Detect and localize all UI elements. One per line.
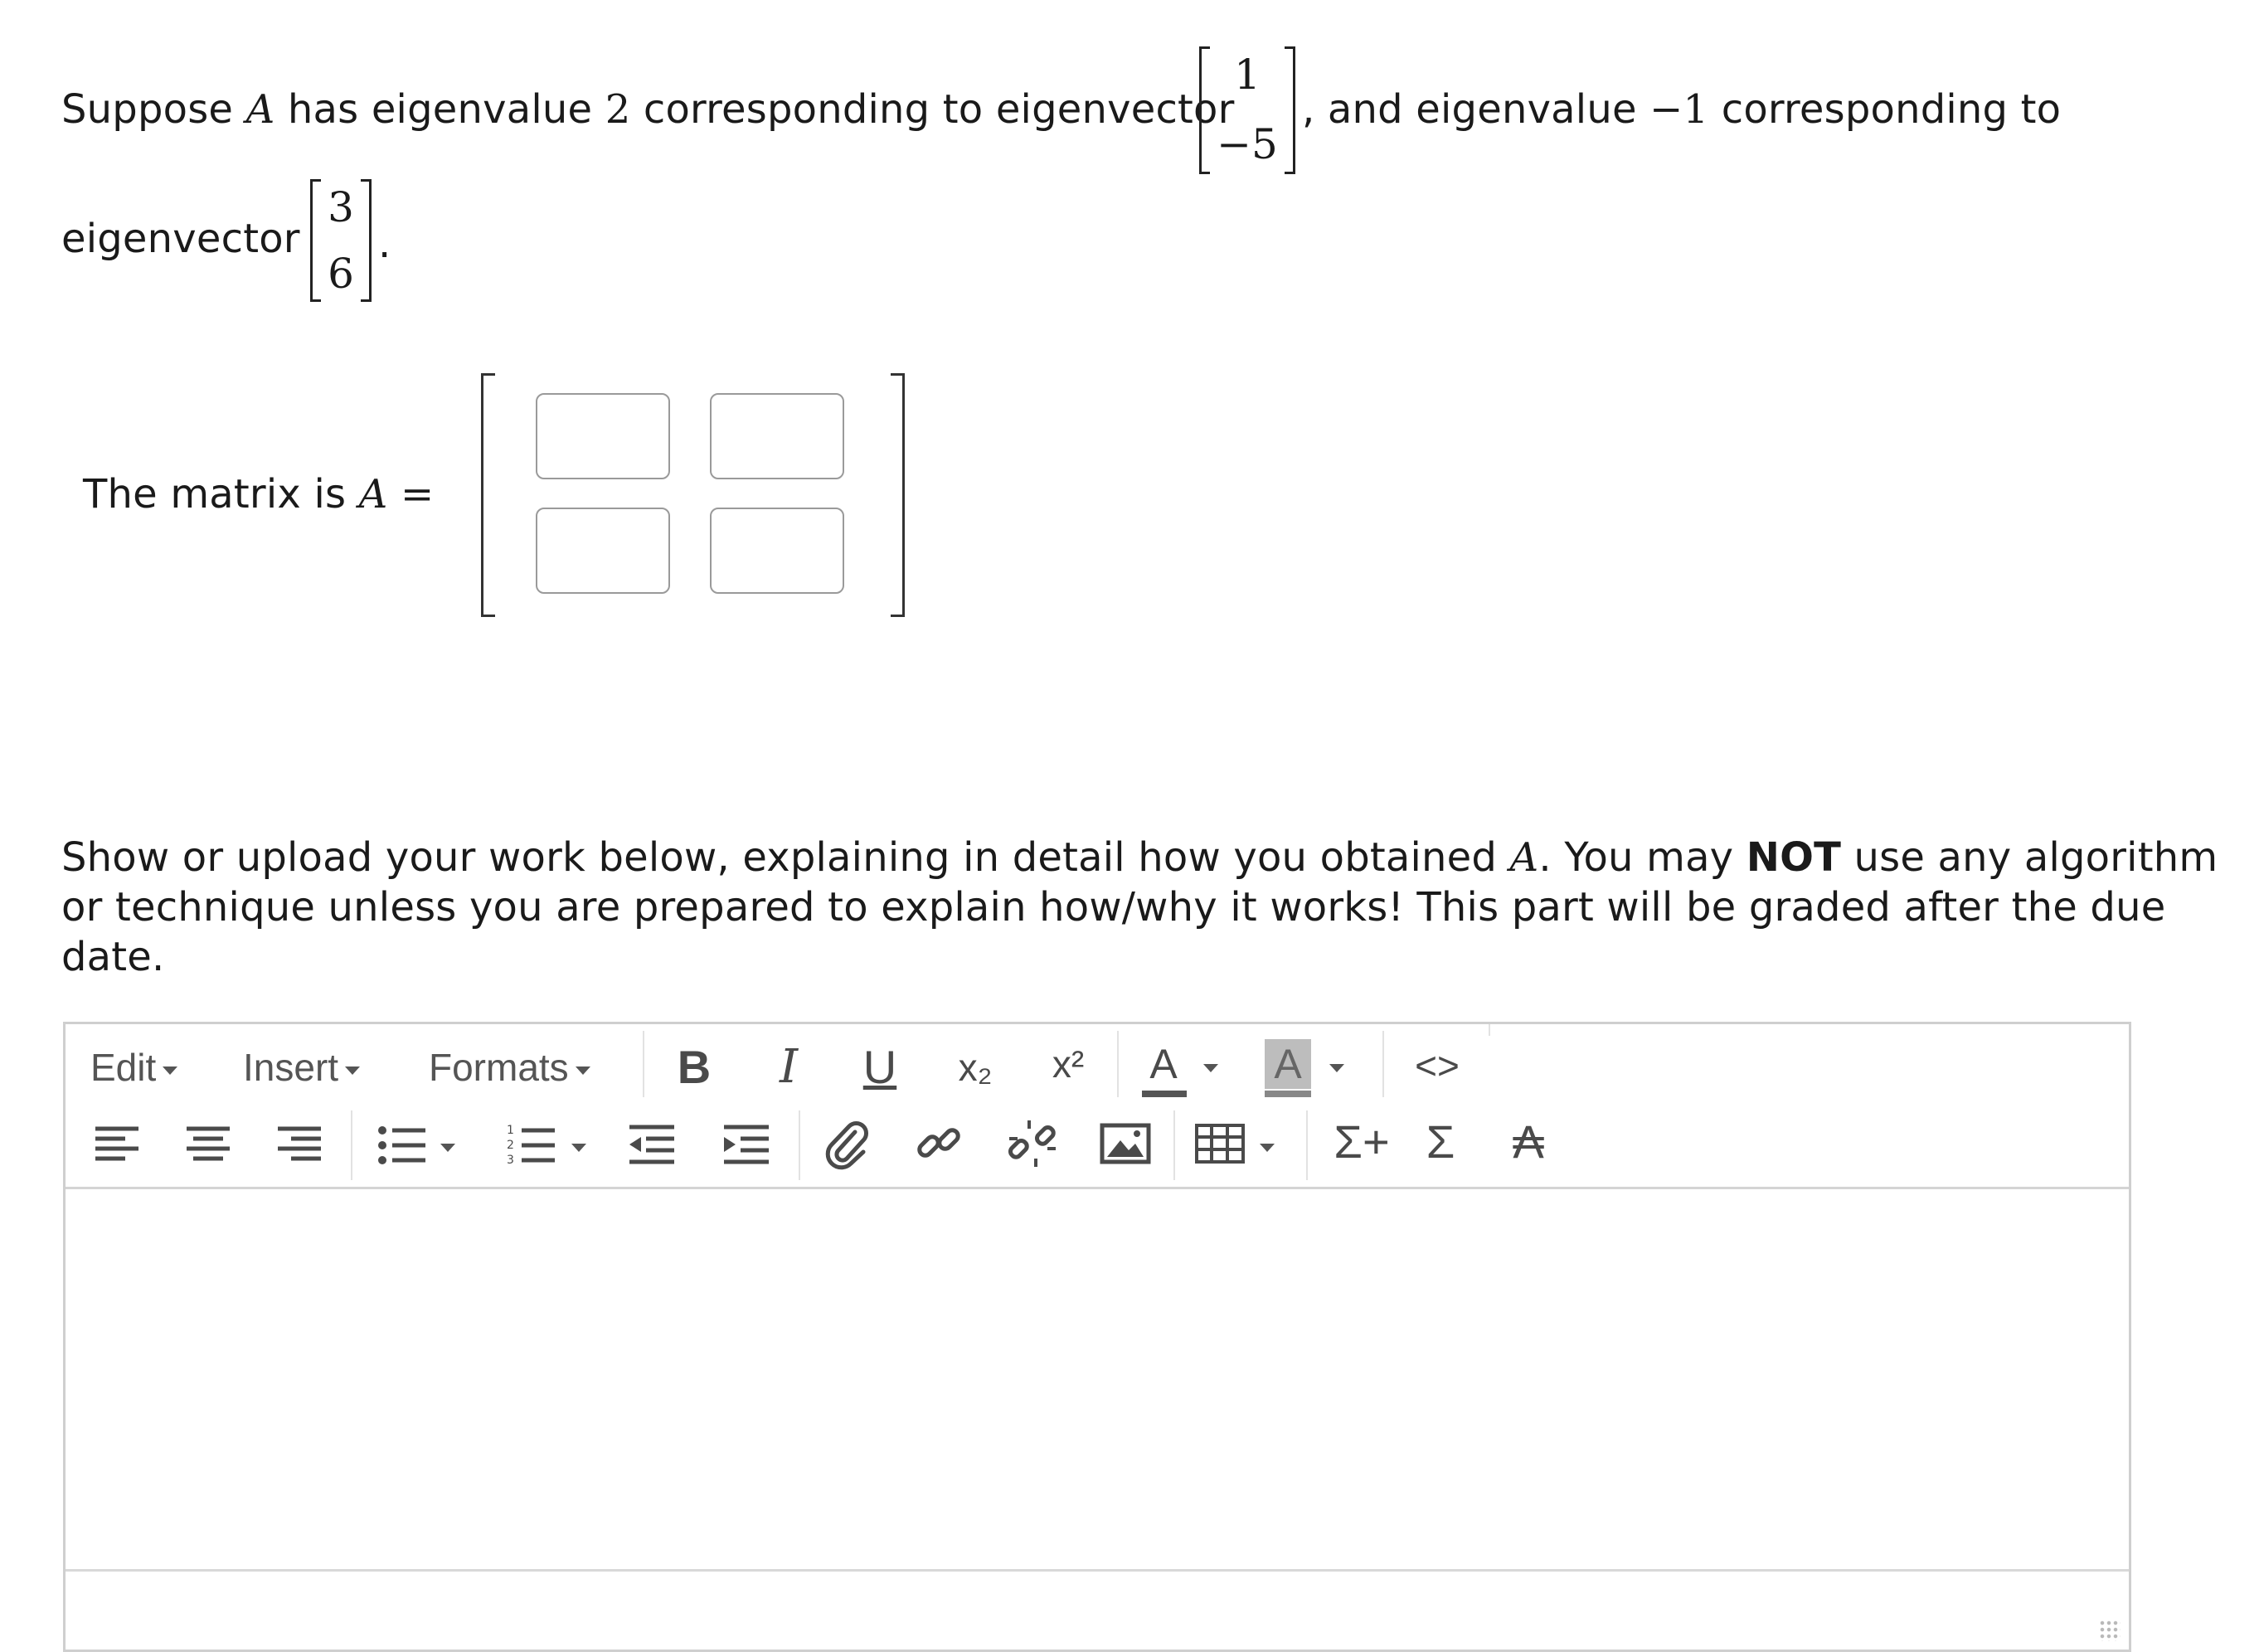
add-equation-button[interactable]: Σ+ xyxy=(1324,1117,1399,1167)
editor-toolbar: Edit Insert Formats B I U x₂ x² A A <> 1… xyxy=(66,1024,2129,1189)
italic-button[interactable]: I xyxy=(762,1042,815,1092)
matrix-variable: A xyxy=(245,86,275,133)
question-text: , and eigenvalue xyxy=(1302,86,1650,133)
bullet-list-icon[interactable] xyxy=(376,1120,429,1170)
rich-text-editor: Edit Insert Formats B I U x₂ x² A A <> 1… xyxy=(63,1022,2131,1652)
align-center-icon[interactable] xyxy=(183,1120,233,1170)
toolbar-separator xyxy=(799,1110,800,1180)
instructions-line-1: Show or upload your work below, explaini… xyxy=(61,833,2218,882)
svg-text:3: 3 xyxy=(507,1154,514,1167)
question-text: corresponding to eigenvector xyxy=(630,86,1235,133)
chevron-down-icon xyxy=(575,1066,590,1075)
vector-entry: 3 xyxy=(328,183,354,231)
align-left-icon[interactable] xyxy=(92,1120,142,1170)
toolbar-separator xyxy=(1173,1110,1175,1180)
image-icon[interactable] xyxy=(1099,1119,1152,1169)
vector-entry: 6 xyxy=(328,250,354,298)
toolbar-separator xyxy=(1489,1024,1490,1036)
toolbar-separator xyxy=(643,1031,644,1097)
edit-menu[interactable]: Edit xyxy=(90,1042,178,1092)
instructions-text: . You may xyxy=(1538,834,1746,881)
editor-content-area[interactable] xyxy=(66,1189,2129,1570)
align-right-icon[interactable] xyxy=(274,1120,324,1170)
background-color-button[interactable]: A xyxy=(1263,1039,1363,1097)
svg-text:1: 1 xyxy=(507,1124,514,1137)
question-line-1-cont: , and eigenvalue −1 corresponding to xyxy=(1302,85,2061,134)
color-bar xyxy=(1265,1091,1311,1097)
bold-button[interactable]: B xyxy=(668,1042,721,1092)
outdent-icon[interactable] xyxy=(626,1120,678,1170)
eigenvector-1: 1 −5 xyxy=(1199,46,1295,174)
chevron-down-icon[interactable] xyxy=(571,1144,586,1152)
eigenvector-2: 3 6 xyxy=(310,179,372,302)
chevron-down-icon xyxy=(1203,1064,1218,1072)
eigenvalue-1: 2 xyxy=(605,86,631,133)
question-text: has eigenvalue xyxy=(274,86,605,133)
instructions-line-3: date. xyxy=(61,934,165,980)
vector-entry: 1 xyxy=(1234,51,1261,99)
formats-menu-label: Formats xyxy=(429,1046,569,1089)
toolbar-separator xyxy=(1382,1031,1384,1097)
chevron-down-icon[interactable] xyxy=(440,1144,455,1152)
resize-handle-icon[interactable] xyxy=(2099,1620,2121,1641)
insert-menu[interactable]: Insert xyxy=(243,1042,361,1092)
question-text: Suppose xyxy=(61,86,246,133)
editor-status-bar xyxy=(66,1569,2129,1650)
period: . xyxy=(378,221,391,267)
matrix-right-bracket xyxy=(891,373,905,617)
matrix-entry-1-1[interactable] xyxy=(536,393,670,479)
matrix-left-bracket xyxy=(481,373,495,617)
matrix-variable: A xyxy=(358,471,388,517)
equals-sign: = xyxy=(387,471,435,517)
code-button[interactable]: <> xyxy=(1397,1041,1477,1091)
matrix-entry-2-1[interactable] xyxy=(536,508,670,594)
vector-entry: −5 xyxy=(1217,120,1278,168)
text-color-icon: A xyxy=(1149,1041,1178,1087)
insert-menu-label: Insert xyxy=(243,1046,339,1089)
toolbar-separator xyxy=(1117,1031,1119,1097)
formats-menu[interactable]: Formats xyxy=(429,1042,590,1092)
edit-menu-label: Edit xyxy=(90,1046,157,1089)
question-text: eigenvector xyxy=(61,216,300,262)
table-icon[interactable] xyxy=(1193,1119,1246,1169)
question-line-2: eigenvector xyxy=(61,214,300,264)
subscript-button[interactable]: x₂ xyxy=(945,1042,1006,1092)
matrix-entry-1-2[interactable] xyxy=(710,393,844,479)
question-line-1: Suppose A has eigenvalue 2 corresponding… xyxy=(61,85,1235,134)
eigenvalue-2: −1 xyxy=(1649,86,1709,133)
link-icon[interactable] xyxy=(913,1117,966,1170)
matrix-label: The matrix is xyxy=(83,471,359,517)
indent-icon[interactable] xyxy=(721,1120,772,1170)
numbered-list-icon[interactable]: 1 2 3 xyxy=(505,1120,558,1170)
instructions-text: Show or upload your work below, explaini… xyxy=(61,834,1510,881)
question-text: corresponding to xyxy=(1708,86,2062,133)
background-color-icon: A xyxy=(1265,1039,1311,1089)
matrix-prompt: The matrix is A = xyxy=(83,469,434,519)
matrix-variable: A xyxy=(1509,834,1539,881)
chevron-down-icon xyxy=(163,1066,178,1075)
attachment-icon[interactable] xyxy=(820,1117,873,1170)
unlink-icon[interactable] xyxy=(1006,1117,1059,1170)
superscript-button[interactable]: x² xyxy=(1037,1039,1099,1089)
chevron-down-icon[interactable] xyxy=(1260,1144,1275,1152)
instructions-line-2: or technique unless you are prepared to … xyxy=(61,884,2166,930)
toolbar-separator xyxy=(351,1110,352,1180)
emphasis-not: NOT xyxy=(1746,834,1842,881)
text-color-button[interactable]: A xyxy=(1139,1039,1238,1097)
equation-button[interactable]: Σ xyxy=(1414,1117,1467,1167)
svg-text:2: 2 xyxy=(507,1139,514,1152)
chevron-down-icon xyxy=(345,1066,361,1075)
instructions-text: use any algorithm xyxy=(1841,834,2218,881)
matrix-entry-2-2[interactable] xyxy=(710,508,844,594)
toolbar-separator xyxy=(1306,1110,1308,1180)
color-bar xyxy=(1142,1091,1187,1097)
special-character-button[interactable]: ₳ xyxy=(1495,1117,1562,1167)
chevron-down-icon xyxy=(1329,1064,1344,1072)
underline-button[interactable]: U xyxy=(853,1042,906,1092)
